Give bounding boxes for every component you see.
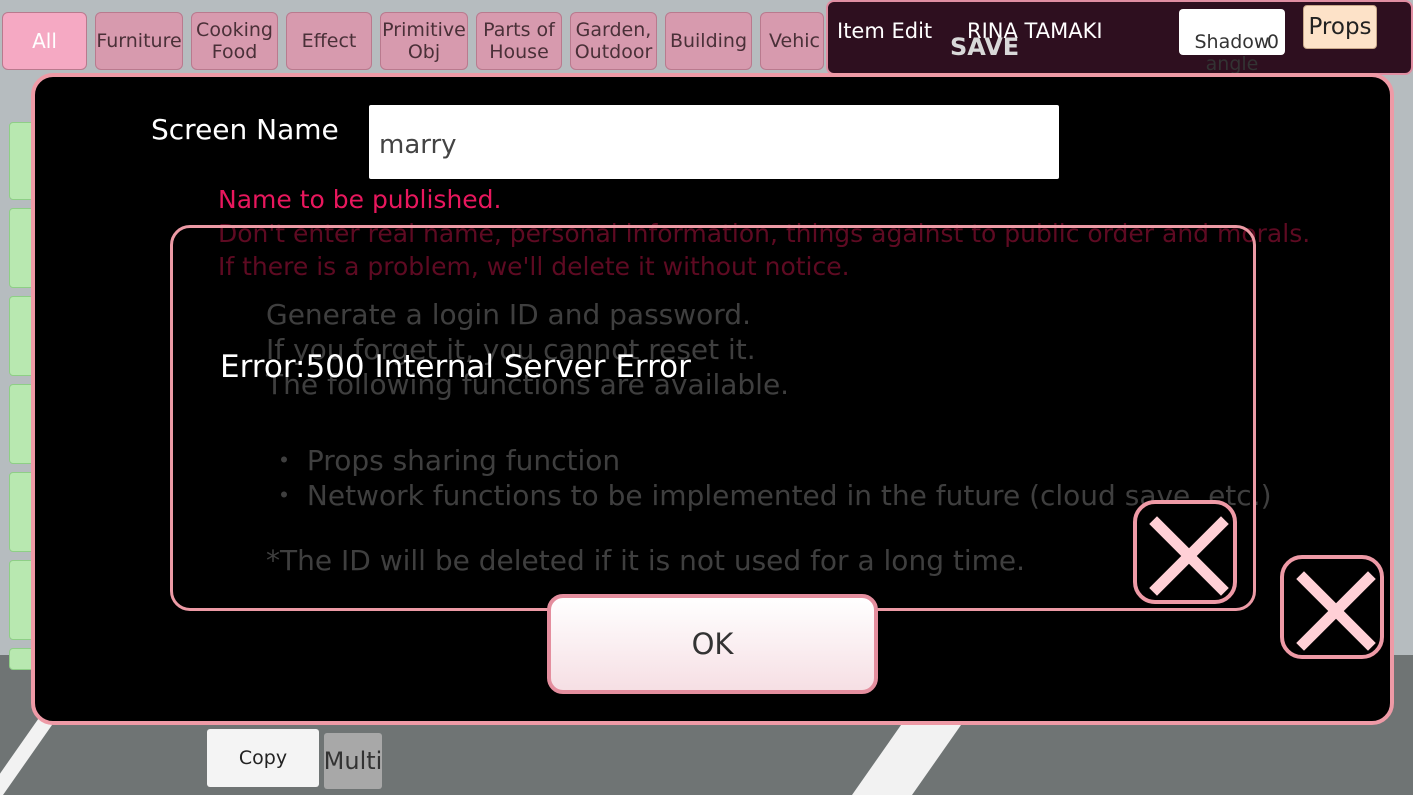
copy-button[interactable]: Copy <box>207 729 319 787</box>
multi-button[interactable]: Multi <box>324 733 382 789</box>
tab-garden-outdoor[interactable]: Garden, Outdoor <box>570 12 657 70</box>
tab-all[interactable]: All <box>2 12 87 70</box>
screen-name-input[interactable] <box>369 105 1059 179</box>
tab-furniture[interactable]: Furniture <box>95 12 183 70</box>
tab-parts-of-house[interactable]: Parts of House <box>476 12 562 70</box>
item-edit-label: Item Edit <box>837 19 933 43</box>
screen-name-label: Screen Name <box>151 113 339 146</box>
tab-primitive-obj[interactable]: Primitive Obj <box>380 12 468 70</box>
error-message: Error:500 Internal Server Error <box>220 349 691 385</box>
shadow-angle-label: Shadow angle <box>1194 31 1270 75</box>
error-close-button[interactable] <box>1133 500 1237 604</box>
tab-effect[interactable]: Effect <box>286 12 372 70</box>
shadow-angle-value: 0 <box>1266 31 1279 53</box>
tab-cooking-food[interactable]: Cooking Food <box>191 12 278 70</box>
shadow-angle-control[interactable]: Shadow angle 0 <box>1179 9 1285 75</box>
ok-button[interactable]: OK <box>547 594 878 694</box>
close-icon <box>1296 571 1376 651</box>
props-button[interactable]: Props <box>1303 5 1377 49</box>
tab-building[interactable]: Building <box>665 12 752 70</box>
dialog-close-button[interactable] <box>1280 555 1384 659</box>
notice-published: Name to be published. <box>218 185 502 214</box>
tab-vehicle[interactable]: Vehic <box>760 12 824 70</box>
save-button[interactable]: SAVE <box>950 33 1019 61</box>
close-icon <box>1149 516 1229 596</box>
error-popup <box>170 225 1256 611</box>
